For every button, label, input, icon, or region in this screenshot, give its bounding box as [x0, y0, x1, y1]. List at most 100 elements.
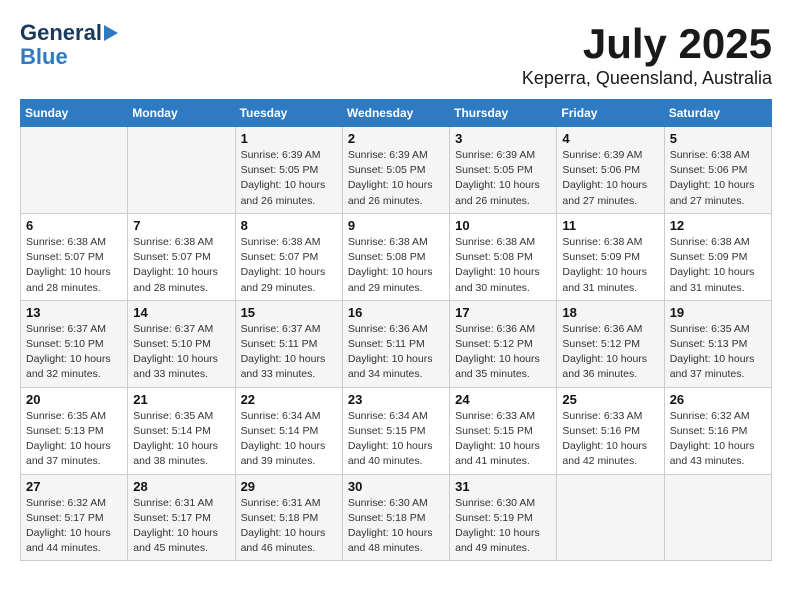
- day-info: Sunrise: 6:35 AM Sunset: 5:13 PM Dayligh…: [26, 409, 122, 470]
- day-info: Sunrise: 6:36 AM Sunset: 5:11 PM Dayligh…: [348, 322, 444, 383]
- day-number: 8: [241, 218, 337, 233]
- day-info: Sunrise: 6:37 AM Sunset: 5:10 PM Dayligh…: [133, 322, 229, 383]
- day-number: 22: [241, 392, 337, 407]
- calendar-cell: 16 Sunrise: 6:36 AM Sunset: 5:11 PM Dayli…: [342, 300, 449, 387]
- day-number: 11: [562, 218, 658, 233]
- day-number: 6: [26, 218, 122, 233]
- day-info: Sunrise: 6:31 AM Sunset: 5:18 PM Dayligh…: [241, 496, 337, 557]
- calendar-cell: 25 Sunrise: 6:33 AM Sunset: 5:16 PM Dayli…: [557, 387, 664, 474]
- calendar-cell: 15 Sunrise: 6:37 AM Sunset: 5:11 PM Dayli…: [235, 300, 342, 387]
- header-friday: Friday: [557, 100, 664, 127]
- calendar-cell: 4 Sunrise: 6:39 AM Sunset: 5:06 PM Daylig…: [557, 127, 664, 214]
- calendar-cell: 2Sunrise: 6:39 AM Sunset: 5:05 PM Daylig…: [342, 127, 449, 214]
- day-info: Sunrise: 6:30 AM Sunset: 5:19 PM Dayligh…: [455, 496, 551, 557]
- day-number: 26: [670, 392, 766, 407]
- day-info: Sunrise: 6:38 AM Sunset: 5:07 PM Dayligh…: [241, 235, 337, 296]
- day-info: Sunrise: 6:38 AM Sunset: 5:09 PM Dayligh…: [670, 235, 766, 296]
- day-info: Sunrise: 6:31 AM Sunset: 5:17 PM Dayligh…: [133, 496, 229, 557]
- day-number: 28: [133, 479, 229, 494]
- day-info: Sunrise: 6:39 AM Sunset: 5:06 PM Dayligh…: [562, 148, 658, 209]
- calendar-cell: 1Sunrise: 6:39 AM Sunset: 5:05 PM Daylig…: [235, 127, 342, 214]
- calendar-cell: 5Sunrise: 6:38 AM Sunset: 5:06 PM Daylig…: [664, 127, 771, 214]
- header-saturday: Saturday: [664, 100, 771, 127]
- calendar-cell: 3 Sunrise: 6:39 AM Sunset: 5:05 PM Daylig…: [450, 127, 557, 214]
- week-row-1: 1 Sunrise: 6:39 AM Sunset: 5:05 PM Daylig…: [21, 127, 772, 214]
- logo-blue: Blue: [20, 46, 68, 68]
- day-info: Sunrise: 6:36 AM Sunset: 5:12 PM Dayligh…: [455, 322, 551, 383]
- day-info: Sunrise: 6:30 AM Sunset: 5:18 PM Dayligh…: [348, 496, 444, 557]
- header-wednesday: Wednesday: [342, 100, 449, 127]
- week-row-3: 13Sunrise: 6:37 AM Sunset: 5:10 PM Dayli…: [21, 300, 772, 387]
- day-info: Sunrise: 6:36 AM Sunset: 5:12 PM Dayligh…: [562, 322, 658, 383]
- day-info: Sunrise: 6:33 AM Sunset: 5:16 PM Dayligh…: [562, 409, 658, 470]
- calendar-cell: [557, 474, 664, 561]
- day-info: Sunrise: 6:38 AM Sunset: 5:07 PM Dayligh…: [26, 235, 122, 296]
- day-info: Sunrise: 6:37 AM Sunset: 5:11 PM Dayligh…: [241, 322, 337, 383]
- day-info: Sunrise: 6:38 AM Sunset: 5:08 PM Dayligh…: [455, 235, 551, 296]
- day-number: 19: [670, 305, 766, 320]
- day-number: 29: [241, 479, 337, 494]
- logo-general: General: [20, 20, 102, 46]
- calendar-cell: 31 Sunrise: 6:30 AM Sunset: 5:19 PM Dayli…: [450, 474, 557, 561]
- week-row-4: 20Sunrise: 6:35 AM Sunset: 5:13 PM Dayli…: [21, 387, 772, 474]
- day-info: Sunrise: 6:34 AM Sunset: 5:14 PM Dayligh…: [241, 409, 337, 470]
- title-block: July 2025 Keperra, Queensland, Australia: [522, 20, 772, 89]
- calendar-cell: 23 Sunrise: 6:34 AM Sunset: 5:15 PM Dayli…: [342, 387, 449, 474]
- day-number: 15: [241, 305, 337, 320]
- day-number: 3: [455, 131, 551, 146]
- week-row-5: 27 Sunrise: 6:32 AM Sunset: 5:17 PM Dayli…: [21, 474, 772, 561]
- calendar-cell: 13Sunrise: 6:37 AM Sunset: 5:10 PM Dayli…: [21, 300, 128, 387]
- day-info: Sunrise: 6:38 AM Sunset: 5:07 PM Dayligh…: [133, 235, 229, 296]
- calendar-cell: [21, 127, 128, 214]
- day-number: 21: [133, 392, 229, 407]
- logo-arrow-icon: [104, 25, 118, 41]
- calendar-cell: 18 Sunrise: 6:36 AM Sunset: 5:12 PM Dayli…: [557, 300, 664, 387]
- calendar-cell: 21 Sunrise: 6:35 AM Sunset: 5:14 PM Dayli…: [128, 387, 235, 474]
- day-number: 7: [133, 218, 229, 233]
- calendar-cell: 6 Sunrise: 6:38 AM Sunset: 5:07 PM Daylig…: [21, 213, 128, 300]
- calendar-cell: 19 Sunrise: 6:35 AM Sunset: 5:13 PM Dayli…: [664, 300, 771, 387]
- calendar-title: July 2025: [522, 20, 772, 68]
- page-header: General Blue July 2025 Keperra, Queensla…: [20, 20, 772, 89]
- calendar-cell: 24Sunrise: 6:33 AM Sunset: 5:15 PM Dayli…: [450, 387, 557, 474]
- day-number: 25: [562, 392, 658, 407]
- day-number: 14: [133, 305, 229, 320]
- calendar-cell: 11 Sunrise: 6:38 AM Sunset: 5:09 PM Dayli…: [557, 213, 664, 300]
- calendar-cell: [664, 474, 771, 561]
- day-info: Sunrise: 6:32 AM Sunset: 5:16 PM Dayligh…: [670, 409, 766, 470]
- day-number: 23: [348, 392, 444, 407]
- day-number: 18: [562, 305, 658, 320]
- header-tuesday: Tuesday: [235, 100, 342, 127]
- day-info: Sunrise: 6:32 AM Sunset: 5:17 PM Dayligh…: [26, 496, 122, 557]
- day-number: 27: [26, 479, 122, 494]
- day-info: Sunrise: 6:33 AM Sunset: 5:15 PM Dayligh…: [455, 409, 551, 470]
- day-info: Sunrise: 6:37 AM Sunset: 5:10 PM Dayligh…: [26, 322, 122, 383]
- day-number: 12: [670, 218, 766, 233]
- day-number: 5: [670, 131, 766, 146]
- day-info: Sunrise: 6:39 AM Sunset: 5:05 PM Dayligh…: [455, 148, 551, 209]
- calendar-cell: 29 Sunrise: 6:31 AM Sunset: 5:18 PM Dayli…: [235, 474, 342, 561]
- day-info: Sunrise: 6:38 AM Sunset: 5:09 PM Dayligh…: [562, 235, 658, 296]
- day-number: 9: [348, 218, 444, 233]
- header-monday: Monday: [128, 100, 235, 127]
- day-info: Sunrise: 6:35 AM Sunset: 5:13 PM Dayligh…: [670, 322, 766, 383]
- header-sunday: Sunday: [21, 100, 128, 127]
- day-number: 1: [241, 131, 337, 146]
- calendar-table: SundayMondayTuesdayWednesdayThursdayFrid…: [20, 99, 772, 561]
- calendar-cell: 9Sunrise: 6:38 AM Sunset: 5:08 PM Daylig…: [342, 213, 449, 300]
- day-number: 17: [455, 305, 551, 320]
- day-number: 10: [455, 218, 551, 233]
- calendar-cell: 17 Sunrise: 6:36 AM Sunset: 5:12 PM Dayli…: [450, 300, 557, 387]
- calendar-cell: 28 Sunrise: 6:31 AM Sunset: 5:17 PM Dayli…: [128, 474, 235, 561]
- day-info: Sunrise: 6:34 AM Sunset: 5:15 PM Dayligh…: [348, 409, 444, 470]
- calendar-cell: 7 Sunrise: 6:38 AM Sunset: 5:07 PM Daylig…: [128, 213, 235, 300]
- calendar-cell: 20Sunrise: 6:35 AM Sunset: 5:13 PM Dayli…: [21, 387, 128, 474]
- day-number: 4: [562, 131, 658, 146]
- calendar-cell: 22 Sunrise: 6:34 AM Sunset: 5:14 PM Dayli…: [235, 387, 342, 474]
- day-info: Sunrise: 6:35 AM Sunset: 5:14 PM Dayligh…: [133, 409, 229, 470]
- logo: General Blue: [20, 20, 118, 68]
- day-number: 31: [455, 479, 551, 494]
- calendar-cell: 14 Sunrise: 6:37 AM Sunset: 5:10 PM Dayli…: [128, 300, 235, 387]
- day-number: 30: [348, 479, 444, 494]
- day-number: 16: [348, 305, 444, 320]
